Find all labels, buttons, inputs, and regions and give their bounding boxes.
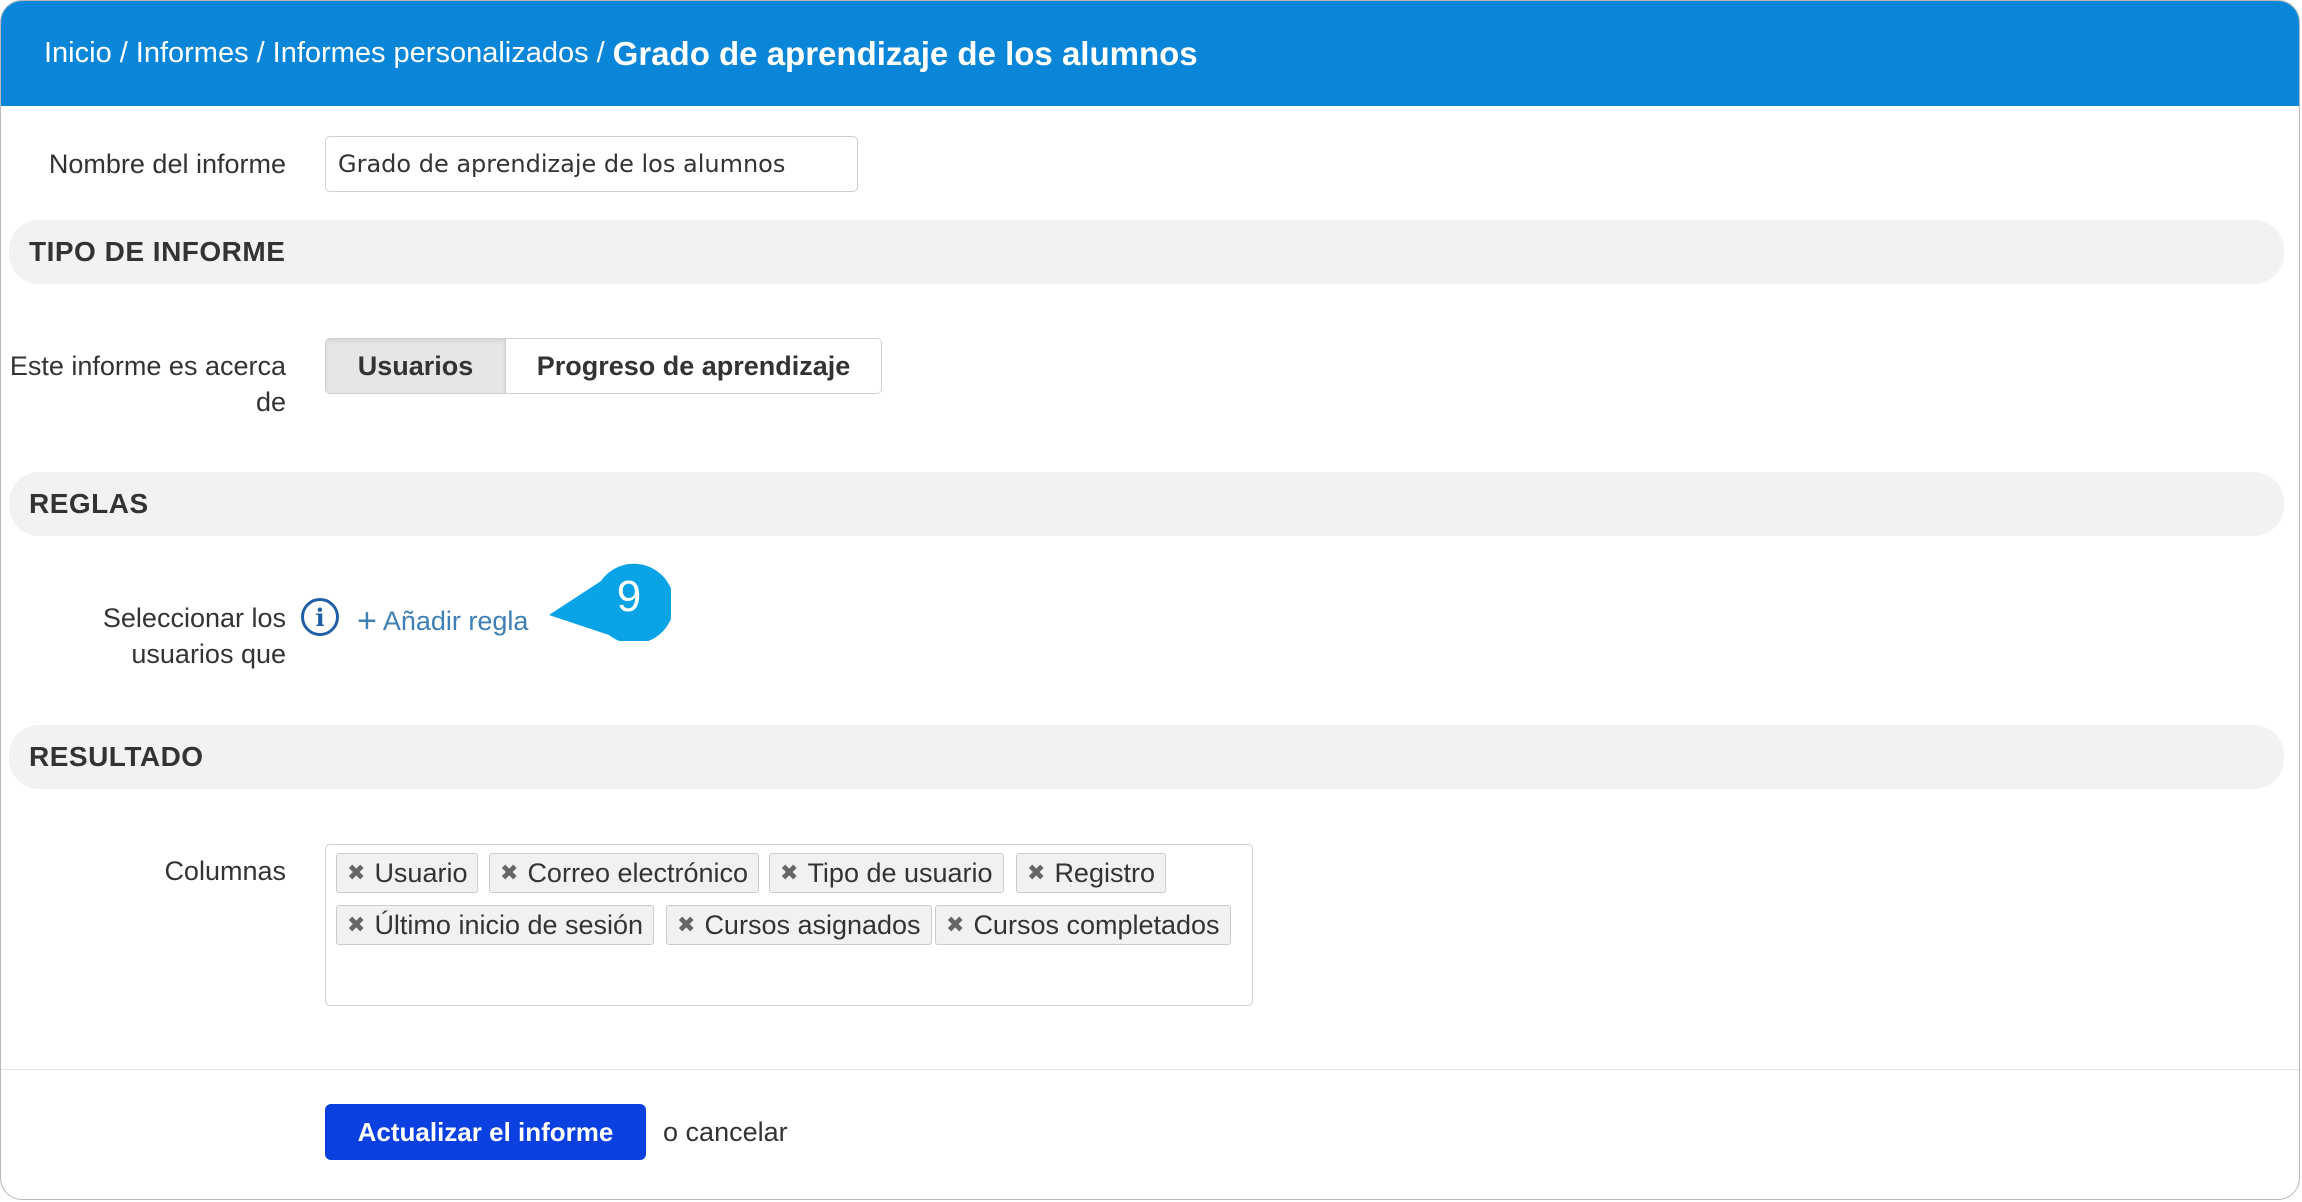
report-type-option-progreso[interactable]: Progreso de aprendizaje — [506, 339, 881, 393]
update-report-button[interactable]: Actualizar el informe — [325, 1104, 646, 1160]
add-rule-label: Añadir regla — [382, 606, 529, 636]
report-type-label: Este informe es acerca de — [1, 348, 286, 420]
breadcrumb-separator: / — [596, 37, 605, 69]
column-tag-label: Usuario — [374, 857, 468, 888]
column-tag: ✖ Cursos asignados — [666, 905, 932, 945]
remove-tag-icon[interactable]: ✖ — [1027, 860, 1045, 886]
report-name-input[interactable] — [325, 136, 858, 192]
report-name-label: Nombre del informe — [48, 149, 286, 179]
columns-label: Columnas — [164, 856, 286, 886]
column-tag: ✖ Registro — [1016, 853, 1166, 893]
section-header-report-type: TIPO DE INFORME — [9, 220, 2284, 284]
breadcrumb: Inicio / Informes / Informes personaliza… — [1, 1, 2299, 106]
rules-label-line2: usuarios que — [131, 639, 286, 669]
report-type-option-usuarios[interactable]: Usuarios — [326, 339, 506, 393]
breadcrumb-link-informes[interactable]: Informes — [136, 37, 249, 70]
section-header-result: RESULTADO — [9, 725, 2284, 789]
column-tag-label: Cursos completados — [973, 909, 1220, 940]
plus-icon: + — [357, 602, 377, 640]
cancel-prefix: o — [663, 1117, 679, 1147]
breadcrumb-separator: / — [119, 37, 128, 69]
breadcrumb-link-inicio[interactable]: Inicio — [44, 37, 112, 70]
rules-label-line1: Seleccionar los — [102, 603, 286, 633]
columns-multiselect[interactable]: ✖ Usuario ✖ Correo electrónico ✖ Tipo de… — [325, 844, 1253, 1006]
remove-tag-icon[interactable]: ✖ — [347, 860, 365, 886]
report-edit-page: Inicio / Informes / Informes personaliza… — [0, 0, 2300, 1200]
column-tag-label: Tipo de usuario — [807, 857, 993, 888]
page-title: Grado de aprendizaje de los alumnos — [612, 34, 1198, 72]
column-tag-label: Registro — [1054, 857, 1155, 888]
column-tag: ✖ Usuario — [336, 853, 479, 893]
cancel-action: o cancelar — [663, 1114, 788, 1150]
remove-tag-icon[interactable]: ✖ — [780, 860, 798, 886]
callout-badge: 9 — [549, 563, 671, 641]
report-type-label-line1: Este informe es acerca — [9, 351, 286, 381]
column-tag-label: Cursos asignados — [704, 909, 921, 940]
report-type-toggle: Usuarios Progreso de aprendizaje — [325, 338, 882, 394]
column-tag: ✖ Cursos completados — [935, 905, 1231, 945]
rules-label: Seleccionar los usuarios que — [1, 600, 286, 672]
column-tag: ✖ Correo electrónico — [489, 853, 760, 893]
callout-number: 9 — [617, 572, 641, 621]
divider — [1, 1069, 2299, 1070]
column-tag: ✖ Tipo de usuario — [769, 853, 1004, 893]
column-tag-label: Correo electrónico — [527, 857, 749, 888]
remove-tag-icon[interactable]: ✖ — [347, 912, 365, 938]
breadcrumb-link-informes-personalizados[interactable]: Informes personalizados — [273, 37, 589, 70]
remove-tag-icon[interactable]: ✖ — [677, 912, 695, 938]
report-type-label-line2: de — [255, 387, 286, 417]
add-rule-link[interactable]: + Añadir regla — [357, 603, 528, 639]
remove-tag-icon[interactable]: ✖ — [946, 912, 964, 938]
column-tag: ✖ Último inicio de sesión — [336, 905, 655, 945]
cancel-link[interactable]: cancelar — [686, 1117, 788, 1147]
info-icon[interactable]: i — [301, 598, 339, 636]
remove-tag-icon[interactable]: ✖ — [500, 860, 518, 886]
section-header-rules: REGLAS — [9, 472, 2284, 536]
breadcrumb-separator: / — [256, 37, 265, 69]
column-tag-label: Último inicio de sesión — [374, 909, 644, 940]
